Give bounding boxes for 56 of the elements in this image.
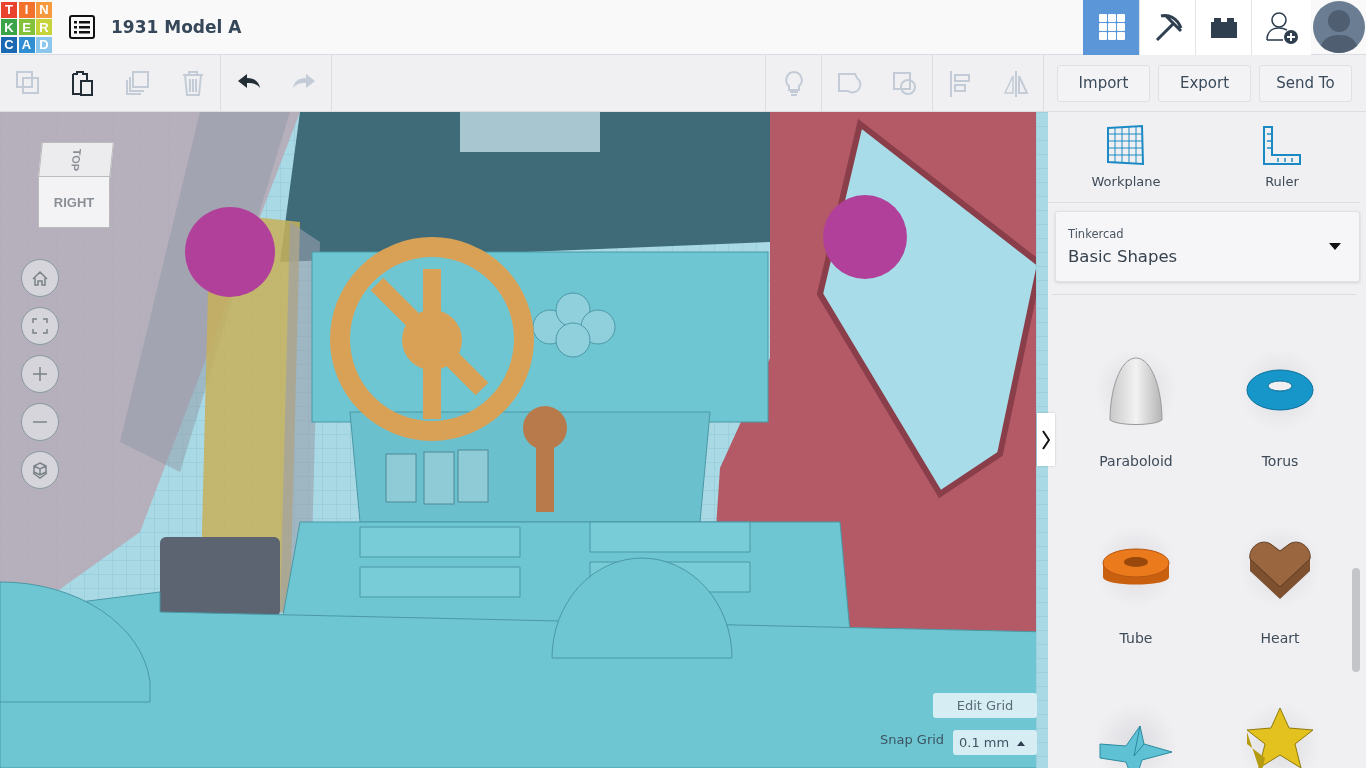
collapse-panel-button[interactable] (1037, 413, 1055, 466)
ungroup-icon (890, 69, 919, 97)
zoom-out-button[interactable] (21, 403, 59, 441)
duplicate-icon (123, 69, 152, 97)
toolbar-action-button[interactable]: Import (1057, 64, 1150, 102)
logo[interactable]: T I N K E R C A D (1, 1, 52, 53)
ruler-tool[interactable]: Ruler (1204, 112, 1360, 202)
zoom-in-button[interactable] (21, 355, 59, 393)
scrollbar[interactable] (1352, 568, 1360, 672)
cube-face-label: RIGHT (53, 194, 95, 210)
shape-item[interactable]: Tube (1064, 472, 1208, 649)
caret-icon (1017, 739, 1026, 746)
copy-icon (13, 69, 42, 97)
toolbar-action-button[interactable]: Export (1158, 64, 1251, 102)
corners-icon (30, 316, 50, 336)
pickaxe-view-button[interactable] (1139, 0, 1195, 55)
logo-letter: K (1, 19, 17, 35)
mirror-icon (1001, 69, 1030, 97)
logo-letter: C (1, 36, 17, 53)
cube-face-label: TOP (68, 148, 84, 172)
grid-icon (1096, 12, 1127, 42)
library-source: Tinkercad (1068, 227, 1125, 241)
library-category: Basic Shapes (1068, 247, 1179, 266)
logo-letter: R (36, 19, 52, 35)
plus-icon (30, 364, 50, 384)
logo-letter: N (36, 1, 52, 18)
toolbar-action-button[interactable]: Send To (1259, 64, 1352, 102)
perspective-button[interactable] (21, 451, 59, 489)
logo-letter: T (1, 1, 17, 18)
shape-item[interactable]: Paraboloid (1064, 295, 1208, 472)
workplane-icon (1105, 124, 1147, 166)
add-user-icon (1264, 10, 1299, 44)
design-title[interactable]: 1931 Model A (111, 17, 242, 37)
cube-icon (30, 460, 50, 480)
shape-item[interactable]: Torus (1208, 295, 1352, 472)
fit-view-button[interactable] (21, 307, 59, 345)
edit-grid-button[interactable]: Edit Grid (933, 693, 1037, 718)
ruler-icon (1261, 124, 1303, 166)
user-avatar[interactable] (1313, 1, 1365, 53)
home-view-button[interactable] (21, 259, 59, 297)
design-list-button[interactable] (68, 13, 96, 41)
logo-letter: I (18, 1, 35, 18)
snap-grid-dropdown[interactable]: 0.1 mm (953, 730, 1037, 755)
workplane-tool[interactable]: Workplane (1048, 112, 1204, 202)
chevron-icon (1042, 429, 1050, 450)
shape-library-dropdown[interactable]: Tinkercad Basic Shapes (1055, 211, 1360, 282)
snap-grid-label: Snap Grid (880, 732, 945, 747)
dropdown-caret-icon (1329, 243, 1341, 250)
logo-letter: D (36, 36, 52, 53)
logo-letter: E (18, 19, 35, 35)
invite-user-button[interactable] (1251, 0, 1311, 55)
logo-letter: A (18, 36, 35, 53)
brick-view-button[interactable] (1195, 0, 1251, 55)
home-icon (30, 268, 50, 288)
minus-icon (33, 421, 47, 423)
shape-item[interactable]: Heart (1208, 472, 1352, 649)
